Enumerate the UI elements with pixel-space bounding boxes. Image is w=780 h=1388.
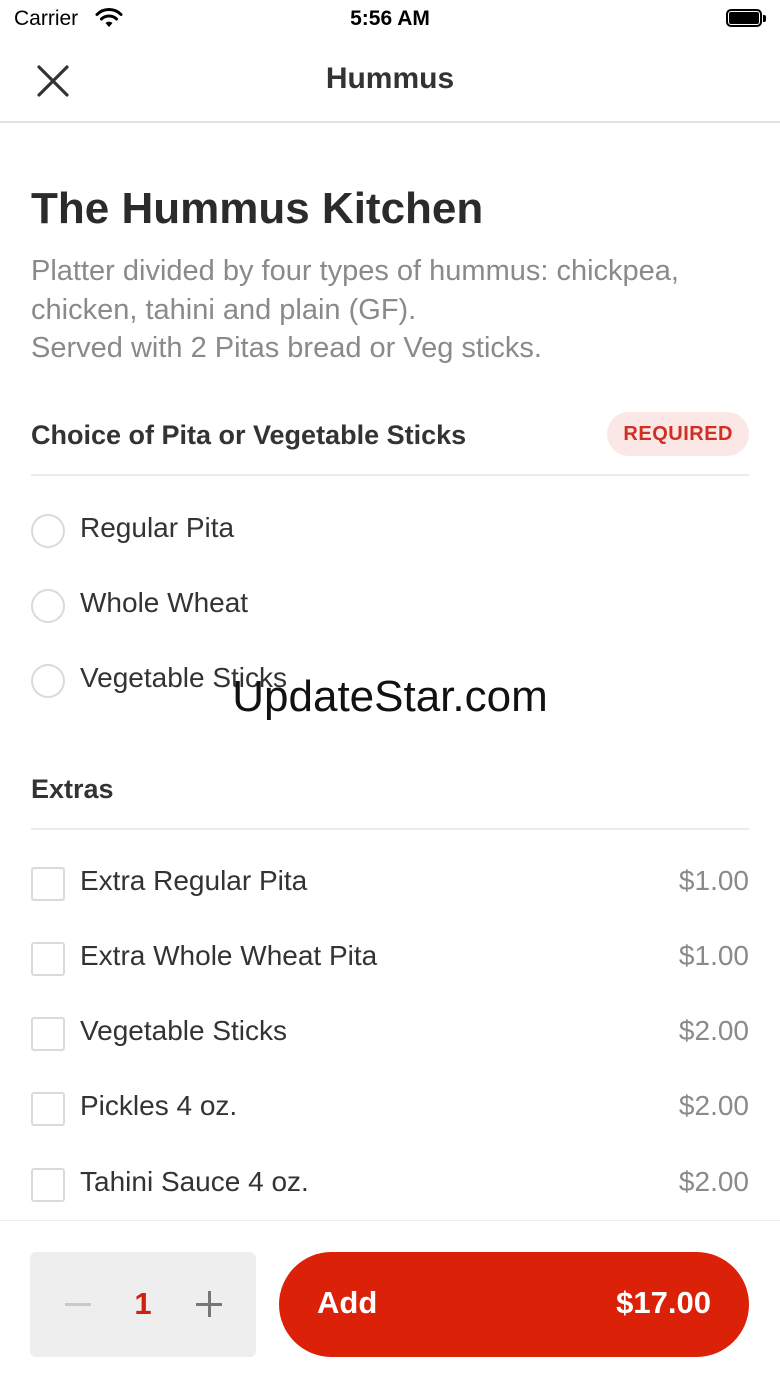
option-whole-wheat[interactable]: Whole Wheat xyxy=(31,575,749,635)
option-label: Regular Pita xyxy=(80,512,235,543)
add-to-order-button[interactable]: Add $17.00 xyxy=(279,1252,749,1357)
extra-whole-wheat-pita[interactable]: Extra Whole Wheat Pita $1.00 xyxy=(31,928,749,988)
watermark: UpdateStar.com xyxy=(232,672,548,721)
battery-icon xyxy=(726,9,768,29)
quantity-stepper: 1 xyxy=(30,1252,256,1357)
item-description: Platter divided by four types of hummus:… xyxy=(31,255,679,364)
status-bar: Carrier 5:56 AM xyxy=(0,0,780,40)
extras-section-title: Extras xyxy=(31,774,114,804)
extra-label: Vegetable Sticks xyxy=(80,1015,288,1046)
extra-regular-pita[interactable]: Extra Regular Pita $1.00 xyxy=(31,853,749,913)
extra-tahini-sauce[interactable]: Tahini Sauce 4 oz. $2.00 xyxy=(31,1154,749,1214)
extra-vegetable-sticks[interactable]: Vegetable Sticks $2.00 xyxy=(31,1003,749,1063)
checkbox[interactable] xyxy=(31,1168,65,1202)
option-label: Whole Wheat xyxy=(80,587,249,618)
extra-pickles[interactable]: Pickles 4 oz. $2.00 xyxy=(31,1078,749,1138)
choice-section-title: Choice of Pita or Vegetable Sticks xyxy=(31,420,467,450)
quantity-value: 1 xyxy=(134,1286,152,1321)
total-price: $17.00 xyxy=(616,1285,711,1320)
extras-section-header: Extras xyxy=(31,768,749,830)
plus-icon-vertical xyxy=(207,1291,211,1317)
required-badge: REQUIRED xyxy=(607,412,749,456)
bottom-bar: 1 Add $17.00 xyxy=(0,1220,780,1388)
checkbox[interactable] xyxy=(31,867,65,901)
item-title: The Hummus Kitchen xyxy=(31,184,484,233)
increment-button[interactable] xyxy=(190,1280,228,1326)
checkbox[interactable] xyxy=(31,1092,65,1126)
extra-label: Extra Regular Pita xyxy=(80,865,308,896)
radio-button[interactable] xyxy=(31,514,65,548)
extra-label: Tahini Sauce 4 oz. xyxy=(80,1166,309,1197)
nav-bar: Hummus xyxy=(0,40,780,123)
extra-label: Pickles 4 oz. xyxy=(80,1090,238,1121)
decrement-button[interactable] xyxy=(60,1280,96,1326)
clock: 5:56 AM xyxy=(350,7,430,30)
add-label: Add xyxy=(317,1285,378,1320)
extra-price: $2.00 xyxy=(678,1166,749,1197)
nav-title: Hummus xyxy=(325,62,455,95)
option-regular-pita[interactable]: Regular Pita xyxy=(31,500,749,560)
choice-section-header: Choice of Pita or Vegetable Sticks REQUI… xyxy=(31,412,749,476)
extra-price: $2.00 xyxy=(678,1015,749,1046)
checkbox[interactable] xyxy=(31,942,65,976)
extra-price: $2.00 xyxy=(678,1090,749,1121)
extra-label: Extra Whole Wheat Pita xyxy=(80,940,378,971)
extra-price: $1.00 xyxy=(678,940,749,971)
radio-button[interactable] xyxy=(31,589,65,623)
checkbox[interactable] xyxy=(31,1017,65,1051)
extra-price: $1.00 xyxy=(678,865,749,896)
minus-icon xyxy=(65,1303,91,1306)
